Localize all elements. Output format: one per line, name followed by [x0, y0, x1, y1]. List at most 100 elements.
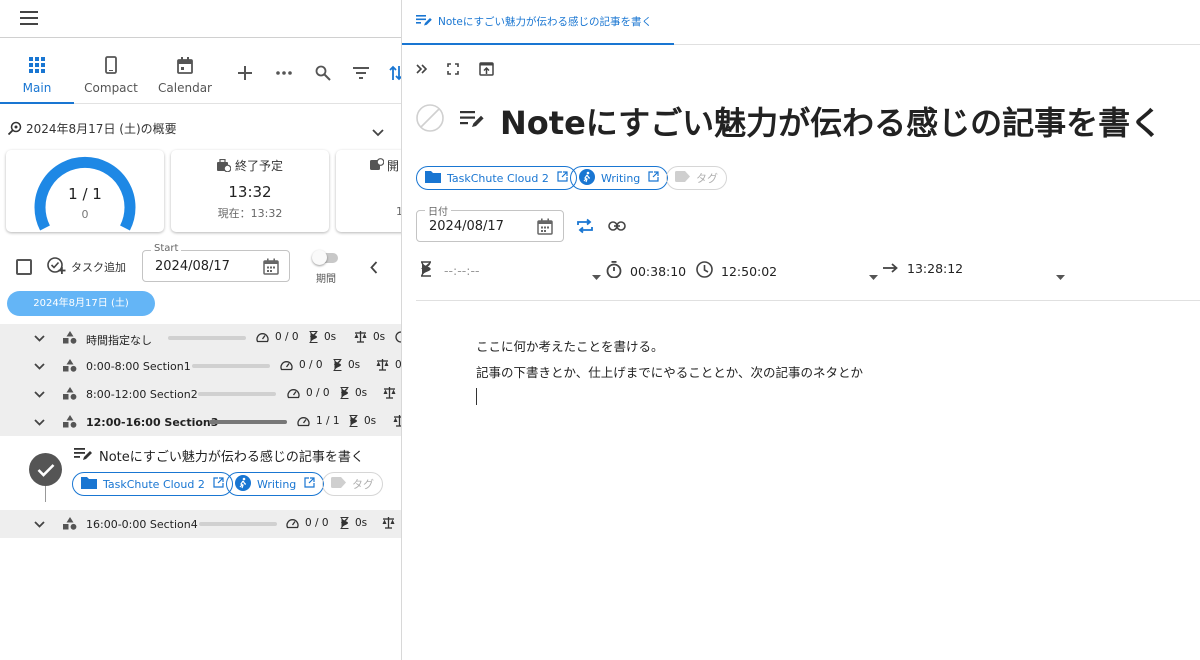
third-label-row: 開 — [370, 157, 399, 175]
start-legend: Start — [151, 243, 182, 254]
task-row[interactable]: Noteにすごい魅力が伝わる感じの記事を書く TaskChute Cloud 2… — [0, 436, 401, 510]
notes-editor[interactable]: ここに何か考えたことを書ける。 記事の下書きとか、仕上げまでにやることとか、次の… — [476, 334, 863, 386]
divider — [416, 300, 1200, 301]
zoom-icon — [7, 120, 22, 139]
end-label: 終了予定 — [234, 159, 283, 173]
project-chip[interactable]: TaskChute Cloud 2 — [72, 472, 233, 496]
section-name: 0:00-8:00 Section1 — [86, 360, 191, 373]
section-row[interactable]: 8:00-12:00 Section2 0 / 0 0s 0s — [0, 380, 401, 408]
period-toggle[interactable] — [312, 250, 338, 265]
calendar-icon[interactable] — [263, 258, 279, 279]
add-task-icon — [46, 255, 66, 278]
chevron-left-icon[interactable] — [370, 259, 378, 278]
dropdown-arrow-icon[interactable] — [869, 268, 878, 283]
sort-icon[interactable] — [385, 62, 401, 84]
chevron-down-icon[interactable] — [34, 388, 45, 401]
grid-icon — [0, 54, 74, 76]
section-estimate-group: 0s — [333, 359, 360, 371]
dropdown-arrow-icon[interactable] — [592, 268, 601, 283]
start-time-field[interactable]: 12:50:02 — [696, 261, 777, 281]
section-name: 時間指定なし — [86, 334, 152, 347]
gauge-icon — [286, 517, 302, 529]
open-external-icon[interactable] — [557, 171, 568, 185]
menu-icon[interactable] — [20, 11, 38, 25]
mode-label: Writing — [601, 171, 641, 185]
scale-icon — [393, 415, 401, 427]
scale-icon — [383, 387, 399, 399]
date-value: 2024/08/17 — [429, 219, 504, 234]
tab-main[interactable]: Main — [0, 38, 74, 104]
status-circle-icon[interactable] — [416, 104, 444, 132]
project-chip[interactable]: TaskChute Cloud 2 — [416, 166, 577, 190]
chevron-down-icon[interactable] — [34, 332, 45, 345]
section-row[interactable]: 時間指定なし 0 / 0 0s 0s — [0, 324, 401, 352]
section-progress-bar — [192, 364, 270, 368]
section-actual-group: 8 — [382, 517, 401, 529]
gauge-icon — [256, 331, 272, 343]
start-date-field[interactable]: Start 2024/08/17 — [142, 243, 290, 282]
actual-time: 00:38:10 — [606, 261, 686, 281]
project-label: TaskChute Cloud 2 — [447, 171, 549, 185]
dropdown-arrow-icon[interactable] — [1056, 268, 1065, 283]
section-progress-fill — [209, 420, 287, 424]
section-row[interactable]: 16:00-0:00 Section4 0 / 0 0s 8 — [0, 510, 401, 538]
gauge-icon — [287, 387, 303, 399]
progress-card: 1 / 1 0 — [6, 150, 164, 232]
estimate-field[interactable]: --:--:-- — [420, 261, 480, 280]
more-icon[interactable] — [273, 62, 295, 84]
section-estimate-group: 0s — [349, 415, 376, 427]
section-count: 0 / 0 — [299, 359, 323, 371]
now-time: 現在：13:32 — [217, 207, 283, 220]
section-count-group: 0 / 0 — [287, 387, 330, 399]
section-estimate: 0s — [364, 415, 377, 427]
open-external-icon[interactable] — [648, 171, 659, 185]
start-date-value: 2024/08/17 — [155, 259, 230, 274]
tab-task-detail[interactable]: Noteにすごい魅力が伝わる感じの記事を書く — [402, 0, 674, 45]
section-actual-group: 0s — [354, 331, 385, 343]
mode-chip[interactable]: Writing — [570, 166, 669, 190]
open-external-icon[interactable] — [213, 477, 224, 491]
double-chevron-right-icon[interactable] — [412, 60, 432, 78]
summary-header[interactable]: 2024年8月17日 (土)の概要 — [0, 104, 401, 150]
tag-chip[interactable]: タグ — [322, 472, 383, 496]
folder-icon — [81, 476, 97, 492]
left-panel: Main Compact Calendar 2024年8月17日 (土)の概要 … — [0, 0, 402, 660]
end-time: 13:32 — [228, 183, 272, 201]
select-all-checkbox[interactable] — [16, 259, 32, 275]
mode-chip[interactable]: Writing — [226, 472, 325, 496]
tab-label: Main — [22, 81, 52, 95]
hourglass-icon — [340, 387, 352, 399]
section-row[interactable]: 12:00-16:00 Section3 1 / 1 0s 0s — [0, 408, 401, 436]
add-icon[interactable] — [234, 62, 256, 84]
section-actual: 0s — [373, 331, 386, 343]
shapes-icon — [63, 331, 77, 347]
tab-label: Calendar — [158, 81, 212, 95]
clock-icon — [696, 261, 713, 281]
fullscreen-icon[interactable] — [443, 60, 463, 78]
complete-check-icon[interactable] — [29, 453, 62, 486]
tag-chip[interactable]: タグ — [666, 166, 727, 190]
date-chip[interactable]: 2024年8月17日 (土) — [7, 291, 155, 316]
hourglass-icon — [309, 331, 321, 343]
chevron-down-icon[interactable] — [34, 416, 45, 429]
open-external-icon[interactable] — [304, 477, 315, 491]
calendar-icon[interactable] — [537, 218, 553, 239]
search-icon[interactable] — [312, 62, 334, 84]
add-task-button[interactable]: タスク追加 — [46, 255, 126, 278]
tab-compact[interactable]: Compact — [74, 38, 148, 104]
note-line: 記事の下書きとか、仕上げまでにやることとか、次の記事のネタとか — [476, 365, 864, 380]
section-row[interactable]: 0:00-8:00 Section1 0 / 0 0s 0s — [0, 352, 401, 380]
chevron-down-icon[interactable] — [34, 360, 45, 373]
chevron-down-icon[interactable] — [372, 122, 384, 141]
link-icon[interactable] — [606, 216, 628, 236]
filter-icon[interactable] — [350, 62, 372, 84]
date-field[interactable]: 日付 2024/08/17 — [416, 203, 564, 242]
repeat-icon[interactable] — [574, 216, 596, 236]
task-title[interactable]: Noteにすごい魅力が伝わる感じの記事を書く — [500, 98, 1162, 144]
end-time-field[interactable]: 13:28:12 — [883, 261, 963, 276]
phone-icon — [74, 54, 148, 76]
chevron-down-icon[interactable] — [34, 518, 45, 531]
tab-calendar[interactable]: Calendar — [148, 38, 222, 104]
edit-note-icon — [460, 110, 484, 132]
open-in-new-window-icon[interactable] — [476, 60, 496, 78]
